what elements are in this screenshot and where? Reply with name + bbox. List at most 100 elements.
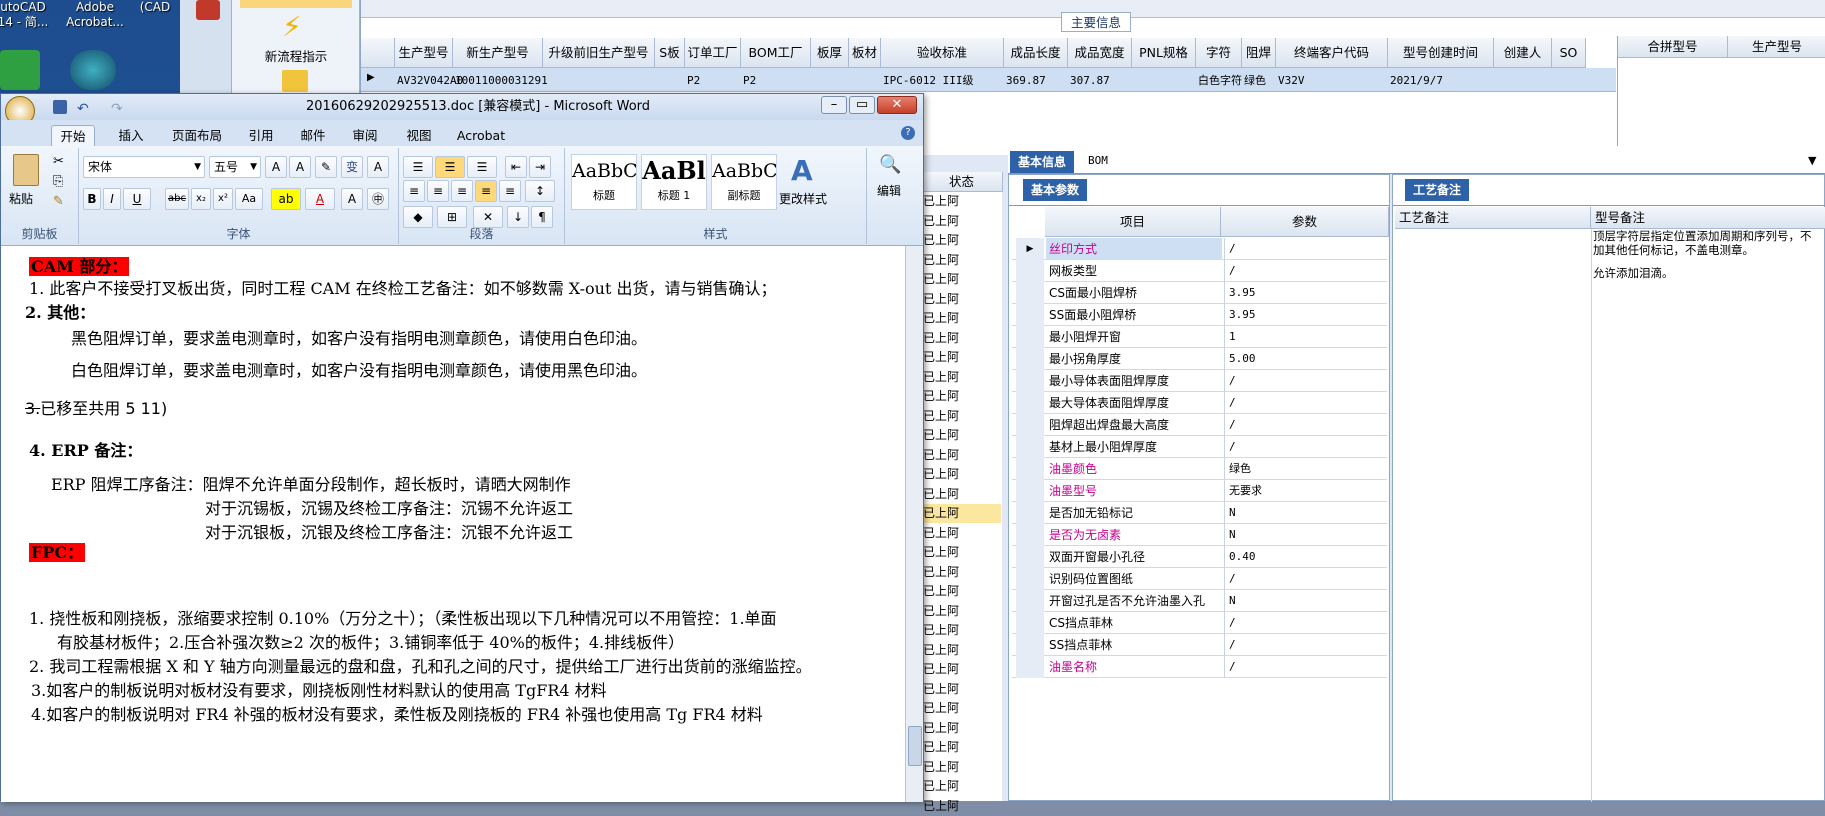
ribbon-tab[interactable]: 视图 [399, 125, 439, 146]
status-cell[interactable]: 已上阿 [923, 270, 1001, 289]
param-row[interactable]: 油墨颜色 绿色 [1012, 458, 1387, 480]
numbering-icon[interactable]: ☰ [435, 156, 465, 178]
status-cell[interactable]: 已上阿 [923, 504, 1001, 523]
table-cell[interactable] [1134, 70, 1196, 92]
app-icon[interactable] [0, 50, 40, 90]
param-value[interactable]: / [1224, 260, 1384, 282]
char-border-icon[interactable]: A [367, 156, 389, 178]
table-cell[interactable]: 10011000031291 [455, 70, 548, 92]
param-value[interactable]: 1 [1224, 326, 1384, 348]
app-icon[interactable] [70, 50, 116, 90]
ribbon-tab[interactable]: 邮件 [293, 125, 333, 146]
align-left-icon[interactable]: ≡ [403, 180, 425, 202]
status-cell[interactable]: 已上阿 [923, 602, 1001, 621]
redo-icon[interactable]: ↷ [111, 96, 123, 122]
status-cell[interactable]: 已上阿 [923, 251, 1001, 270]
production-model-header[interactable]: 生产型号 [1728, 36, 1825, 58]
status-cell[interactable]: 已上阿 [923, 387, 1001, 406]
document-page[interactable]: CAM 部分： 1. 此客户不接受打叉板出货，同时工程 CAM 在终检工艺备注：… [1, 246, 905, 802]
shrink-font-icon[interactable]: A [289, 156, 311, 178]
align-right-icon[interactable]: ≡ [451, 180, 473, 202]
param-value[interactable]: / [1224, 568, 1384, 590]
param-row[interactable]: 开窗过孔是否不允许油墨入孔 N [1012, 590, 1387, 612]
param-row[interactable]: 基材上最小阻焊厚度 / [1012, 436, 1387, 458]
ribbon-tab[interactable]: 审阅 [345, 125, 385, 146]
status-cell[interactable]: 已上阿 [923, 582, 1001, 601]
font-color-button[interactable]: A [305, 188, 335, 210]
char-shading-icon[interactable]: A [341, 188, 363, 210]
ribbon-tab[interactable]: 插入 [111, 125, 151, 146]
status-cell[interactable]: 已上阿 [923, 446, 1001, 465]
param-value[interactable]: 无要求 [1224, 480, 1384, 502]
row-selector[interactable] [1016, 282, 1044, 304]
row-selector[interactable]: ▶ [1016, 238, 1044, 260]
status-cell[interactable]: 已上阿 [923, 426, 1001, 445]
param-value[interactable]: / [1224, 414, 1384, 436]
ribbon-tab[interactable]: 引用 [241, 125, 281, 146]
change-case-button[interactable]: Aa [235, 188, 263, 210]
status-cell[interactable]: 已上阿 [923, 777, 1001, 796]
table-cell[interactable]: 2021/9/7 [1390, 70, 1494, 92]
align-center-icon[interactable]: ≡ [427, 180, 449, 202]
row-selector[interactable] [1016, 524, 1044, 546]
param-row[interactable]: 油墨型号 无要求 [1012, 480, 1387, 502]
status-cell[interactable]: 已上阿 [923, 738, 1001, 757]
table-cell[interactable] [1554, 70, 1586, 92]
ribbon-tab[interactable]: 开始 [51, 125, 95, 146]
status-cell[interactable]: 已上阿 [923, 797, 1001, 816]
param-value-header[interactable]: 参数 [1221, 207, 1389, 237]
table-cell[interactable]: V32V [1278, 70, 1388, 92]
grow-font-icon[interactable]: A [265, 156, 287, 178]
strikethrough-button[interactable]: abc [165, 188, 189, 210]
param-value[interactable]: 0.40 [1224, 546, 1384, 568]
row-selector[interactable] [1016, 392, 1044, 414]
distribute-icon[interactable]: ≡ [499, 180, 521, 202]
column-header[interactable]: S板 [655, 38, 685, 68]
ribbon-tab[interactable]: 页面布局 [165, 125, 229, 146]
tab-basic-info[interactable]: 基本信息 [1010, 151, 1075, 173]
help-icon[interactable]: ? [901, 126, 915, 140]
row-selector[interactable] [1016, 260, 1044, 282]
row-selector[interactable] [1016, 568, 1044, 590]
column-header[interactable]: 阻焊 [1242, 38, 1276, 68]
param-row[interactable]: SS面最小阻焊桥 3.95 [1012, 304, 1387, 326]
status-cell[interactable]: 已上阿 [923, 641, 1001, 660]
param-value[interactable]: / [1224, 656, 1384, 678]
find-icon[interactable]: 🔍 [879, 154, 901, 175]
table-cell[interactable]: 307.87 [1070, 70, 1132, 92]
param-value[interactable]: 5.00 [1224, 348, 1384, 370]
table-cell[interactable] [657, 70, 685, 92]
close-button[interactable]: ✕ [877, 96, 917, 114]
status-cell[interactable]: 已上阿 [923, 563, 1001, 582]
model-note-header[interactable]: 型号备注 [1591, 207, 1825, 229]
highlight-button[interactable]: ab [271, 188, 301, 210]
row-selector[interactable] [1016, 546, 1044, 568]
column-header[interactable]: 新生产型号 [453, 38, 543, 68]
param-value[interactable]: N [1224, 502, 1384, 524]
column-header[interactable]: 板厚 [811, 38, 849, 68]
param-row[interactable]: 是否加无铅标记 N [1012, 502, 1387, 524]
row-selector[interactable] [1016, 656, 1044, 678]
param-value[interactable]: 3.95 [1224, 282, 1384, 304]
param-row[interactable]: CS面最小阻焊桥 3.95 [1012, 282, 1387, 304]
folder-icon[interactable] [282, 70, 308, 92]
edit-label[interactable]: 编辑 [877, 182, 901, 199]
table-cell[interactable]: 369.87 [1006, 70, 1068, 92]
undo-icon[interactable]: ↶ [77, 96, 89, 122]
process-note-header[interactable]: 工艺备注 [1395, 207, 1591, 229]
status-cell[interactable]: 已上阿 [923, 524, 1001, 543]
param-row[interactable]: 双面开窗最小孔径 0.40 [1012, 546, 1387, 568]
dropdown-arrow-icon[interactable]: ▼ [1808, 154, 1816, 167]
status-header[interactable]: 状态 [921, 172, 1003, 192]
param-value[interactable]: N [1224, 524, 1384, 546]
column-header[interactable]: 创建人 [1494, 38, 1552, 68]
superscript-button[interactable]: x² [213, 188, 233, 210]
phonetic-icon[interactable]: 变 [341, 156, 363, 178]
status-cell[interactable]: 已上阿 [923, 212, 1001, 231]
table-cell[interactable]: IPC-6012 III级 [883, 70, 1004, 92]
cad-desktop-icon[interactable]: (CAD [125, 0, 185, 15]
bullets-icon[interactable]: ☰ [403, 156, 433, 178]
row-selector[interactable] [1016, 436, 1044, 458]
line-spacing-icon[interactable]: ↕ [525, 180, 555, 202]
column-header[interactable]: 升级前旧生产型号 [543, 38, 655, 68]
